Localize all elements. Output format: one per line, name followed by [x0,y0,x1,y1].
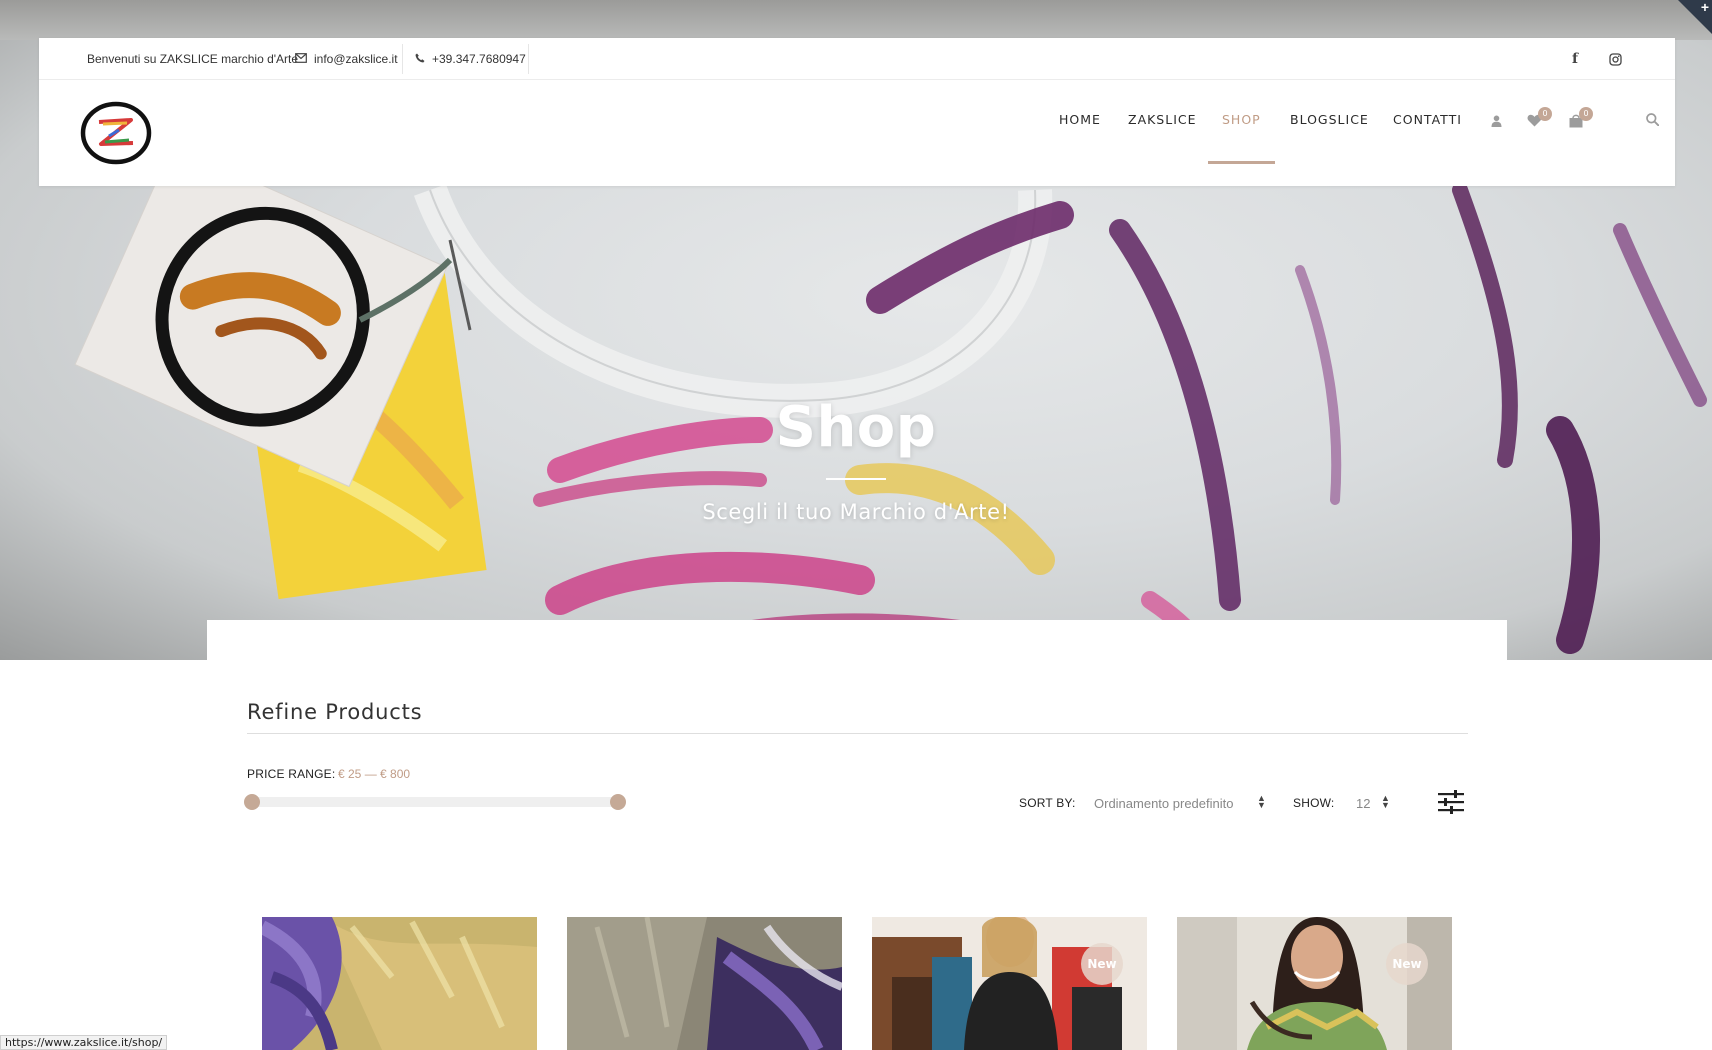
hero-title: Shop [775,395,937,460]
topbar: Benvenuti su ZAKSLICE marchio d'Arte inf… [39,38,1675,80]
topbar-divider [528,44,529,74]
email-link[interactable]: info@zakslice.it [295,38,398,80]
product-card[interactable] [262,917,537,1050]
new-badge: New [1081,943,1123,985]
wishlist-count-badge: 0 [1538,107,1552,121]
product-image [262,917,537,1050]
hero-divider [826,478,886,480]
site-header: Benvenuti su ZAKSLICE marchio d'Arte inf… [39,38,1675,186]
phone-icon [415,52,425,66]
show-label: SHOW: [1293,796,1335,810]
product-image [567,917,842,1050]
site-logo[interactable] [79,100,153,166]
plus-icon[interactable]: + [1701,0,1709,15]
filter-sliders-icon[interactable] [1437,789,1465,815]
price-slider-track[interactable] [252,797,618,807]
refine-divider [247,733,1468,734]
sort-select-arrows-icon: ▲ ▼ [1257,793,1266,810]
price-range-label: PRICE RANGE: [247,767,336,781]
show-select-arrows-icon: ▲ ▼ [1381,793,1390,810]
browser-status-url: https://www.zakslice.it/shop/ [0,1035,168,1050]
price-range-value: € 25 — € 800 [338,767,411,781]
sort-by-select[interactable]: Ordinamento predefinito [1094,793,1269,813]
show-count-select[interactable]: 12 [1356,793,1396,813]
nav-blogslice[interactable]: BLOGSLICE [1290,112,1369,127]
topbar-divider [402,44,403,74]
refine-products-title: Refine Products [247,700,423,724]
phone-text[interactable]: +39.347.7680947 [432,52,526,66]
price-slider-max-handle[interactable] [610,794,626,810]
user-icon[interactable] [1491,114,1502,131]
phone-link[interactable]: +39.347.7680947 [415,38,526,80]
sort-by-label: SORT BY: [1019,796,1076,810]
envelope-icon [295,52,307,66]
price-slider-min-handle[interactable] [244,794,260,810]
nav-active-indicator [1208,161,1275,164]
email-text[interactable]: info@zakslice.it [314,52,398,66]
welcome-text: Benvenuti su ZAKSLICE marchio d'Arte [87,52,299,66]
hero-subtitle: Scegli il tuo Marchio d'Arte! [702,500,1010,524]
search-icon[interactable] [1646,113,1660,130]
nav-home[interactable]: HOME [1059,112,1101,127]
product-card[interactable]: New [872,917,1147,1050]
instagram-icon[interactable] [1605,38,1625,80]
product-card[interactable] [567,917,842,1050]
nav-shop[interactable]: SHOP [1222,112,1261,127]
facebook-icon[interactable]: f [1565,38,1585,80]
cart-count-badge: 0 [1579,107,1593,121]
product-card[interactable]: New [1177,917,1452,1050]
new-badge: New [1386,943,1428,985]
nav-zakslice[interactable]: ZAKSLICE [1128,112,1197,127]
nav-contatti[interactable]: CONTATTI [1393,112,1462,127]
